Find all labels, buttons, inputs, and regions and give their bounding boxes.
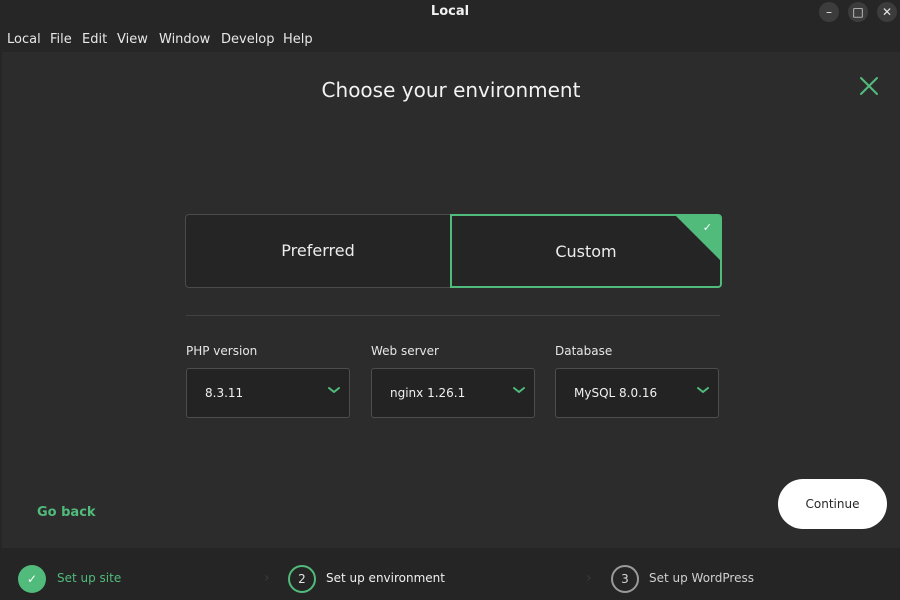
- step-1-check-icon: ✓: [18, 565, 46, 593]
- divider: [186, 315, 720, 316]
- database-value: MySQL 8.0.16: [574, 386, 658, 400]
- menu-view[interactable]: View: [117, 32, 148, 47]
- menu-help[interactable]: Help: [283, 32, 313, 47]
- close-dialog-icon[interactable]: [857, 74, 881, 98]
- minimize-icon: –: [826, 5, 832, 19]
- go-back-link[interactable]: Go back: [37, 505, 96, 520]
- web-server-select[interactable]: nginx 1.26.1: [371, 368, 535, 418]
- page-title: Choose your environment: [321, 78, 581, 102]
- php-version-select[interactable]: 8.3.11: [186, 368, 350, 418]
- menu-develop[interactable]: Develop: [221, 32, 275, 47]
- menu-edit[interactable]: Edit: [82, 32, 107, 47]
- custom-option[interactable]: ✓ Custom: [450, 214, 722, 288]
- close-icon: ✕: [881, 5, 893, 19]
- database-select[interactable]: MySQL 8.0.16: [555, 368, 719, 418]
- menu-local[interactable]: Local: [7, 32, 41, 47]
- continue-button[interactable]: Continue: [778, 479, 887, 529]
- main-panel: Choose your environment Preferred ✓ Cust…: [2, 52, 900, 548]
- php-version-label: PHP version: [186, 344, 258, 358]
- database-label: Database: [555, 344, 613, 358]
- preferred-option[interactable]: Preferred: [185, 214, 451, 288]
- title-bar: Local – □ ✕: [0, 0, 900, 25]
- step-2-label: Set up environment: [326, 571, 445, 585]
- menu-bar: Local File Edit View Window Develop Help: [0, 26, 900, 52]
- maximize-button[interactable]: □: [848, 2, 868, 22]
- step-3-number: 3: [611, 565, 639, 593]
- step-1-label: Set up site: [57, 571, 122, 585]
- menu-file[interactable]: File: [50, 32, 72, 47]
- maximize-icon: □: [852, 5, 864, 19]
- step-2-number: 2: [288, 565, 316, 593]
- close-window-button[interactable]: ✕: [877, 2, 897, 22]
- step-separator: ›: [264, 570, 270, 586]
- web-server-value: nginx 1.26.1: [390, 386, 466, 400]
- preferred-option-label: Preferred: [281, 241, 355, 260]
- check-icon: ✓: [702, 221, 712, 234]
- menu-window[interactable]: Window: [159, 32, 210, 47]
- custom-option-label: Custom: [555, 242, 617, 261]
- step-separator: ›: [586, 570, 592, 586]
- chevron-down-icon: [513, 387, 525, 393]
- step-3-label: Set up WordPress: [649, 571, 754, 585]
- web-server-label: Web server: [371, 344, 439, 358]
- progress-stepper: ✓ Set up site › 2 Set up environment › 3…: [0, 548, 900, 600]
- chevron-down-icon: [697, 387, 709, 393]
- minimize-button[interactable]: –: [819, 2, 839, 22]
- chevron-down-icon: [328, 387, 340, 393]
- php-version-value: 8.3.11: [205, 386, 244, 400]
- window-title: Local: [430, 4, 470, 19]
